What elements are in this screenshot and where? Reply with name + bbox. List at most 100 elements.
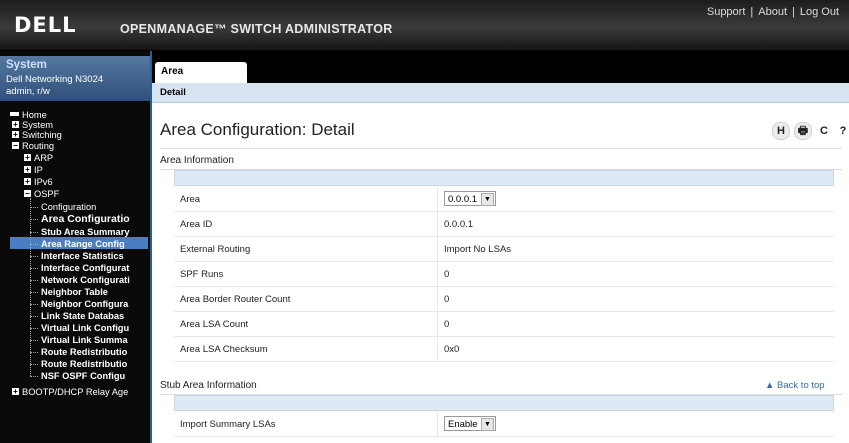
brand-title: OPENMANAGE™ SWITCH ADMINISTRATOR: [120, 22, 393, 36]
sidebar-item-virtual-link-configu[interactable]: Virtual Link Configu: [41, 322, 148, 334]
subtab-detail[interactable]: Detail: [160, 87, 186, 98]
field-value: 0: [444, 319, 450, 330]
column-divider: [437, 187, 438, 212]
tree-connector: [30, 280, 38, 281]
sidebar-item-network-configurati[interactable]: Network Configurati: [41, 274, 148, 286]
expand-icon[interactable]: +: [24, 178, 31, 186]
sidebar-item-ip[interactable]: IP: [34, 164, 148, 176]
refresh-icon[interactable]: C: [815, 122, 833, 140]
help-icon[interactable]: ?: [834, 122, 849, 140]
area-select[interactable]: 0.0.0.1 ▼: [444, 191, 496, 206]
sidebar-item-route-redistributio[interactable]: Route Redistributio: [41, 358, 148, 370]
column-divider: [437, 412, 438, 437]
field-value: 0.0.0.1: [444, 219, 474, 230]
sidebar-item-link-state-databas[interactable]: Link State Databas: [41, 310, 148, 322]
column-divider: [437, 337, 438, 362]
sidebar-item-bootp-dhcp-relay-age[interactable]: BOOTP/DHCP Relay Age: [22, 386, 148, 398]
logout-link[interactable]: Log Out: [800, 6, 839, 18]
support-link[interactable]: Support: [707, 6, 746, 18]
system-title: System: [6, 59, 47, 71]
collapse-icon[interactable]: −: [24, 190, 31, 198]
tree-connector: [30, 340, 38, 341]
field-value: 0: [444, 269, 450, 280]
tree-connector: [30, 376, 38, 377]
sidebar-item-virtual-link-summa[interactable]: Virtual Link Summa: [41, 334, 148, 346]
page-title: Area Configuration: Detail: [160, 120, 355, 139]
sidebar: System Dell Networking N3024 admin, r/w …: [0, 51, 152, 443]
sidebar-item-neighbor-table[interactable]: Neighbor Table: [41, 286, 148, 298]
column-divider: [437, 287, 438, 312]
expand-icon[interactable]: +: [12, 388, 19, 396]
column-divider: [437, 237, 438, 262]
table-row: Area ID 0.0.0.1: [174, 212, 834, 237]
home-icon[interactable]: H: [772, 122, 790, 140]
field-value: Import No LSAs: [444, 244, 512, 255]
expand-icon[interactable]: +: [24, 154, 31, 162]
sidebar-item-interface-configurat[interactable]: Interface Configurat: [41, 262, 148, 274]
sidebar-item-interface-statistics[interactable]: Interface Statistics: [41, 250, 148, 262]
sidebar-item-arp[interactable]: ARP: [34, 152, 148, 164]
sidebar-item-stub-area-summary[interactable]: Stub Area Summary: [41, 226, 148, 238]
tree-connector: [30, 219, 38, 220]
sidebar-item-ipv6[interactable]: IPv6: [34, 176, 148, 188]
sidebar-item-nsf-ospf-configu[interactable]: NSF OSPF Configu: [41, 370, 148, 382]
column-divider: [437, 312, 438, 337]
sidebar-item-area-range-config[interactable]: Area Range Config: [41, 238, 148, 250]
top-links: Support | About | Log Out: [706, 6, 839, 18]
user-info: admin, r/w: [6, 86, 50, 97]
dell-logo: DELL: [14, 13, 77, 37]
home-icon: [10, 112, 19, 116]
sidebar-item-neighbor-configura[interactable]: Neighbor Configura: [41, 298, 148, 310]
expand-icon[interactable]: +: [24, 166, 31, 174]
collapse-icon[interactable]: −: [12, 142, 19, 150]
back-to-top-link[interactable]: ▲ Back to top: [765, 380, 825, 391]
tree-connector: [30, 292, 38, 293]
device-model: Dell Networking N3024: [6, 74, 104, 85]
field-label: Area ID: [180, 219, 213, 230]
title-divider: [160, 148, 842, 149]
sidebar-item-ospf[interactable]: OSPF: [34, 188, 148, 200]
tree-connector: [30, 352, 38, 353]
table-row: Import Summary LSAs Enable ▼: [174, 412, 834, 437]
field-label: External Routing: [180, 244, 251, 255]
chevron-down-icon[interactable]: ▼: [481, 193, 494, 206]
chevron-down-icon[interactable]: ▼: [481, 418, 494, 431]
stub-info-heading: Stub Area Information: [160, 380, 257, 391]
import-summary-lsas-select[interactable]: Enable ▼: [444, 416, 496, 431]
app-header: DELL OPENMANAGE™ SWITCH ADMINISTRATOR Su…: [0, 0, 849, 51]
column-divider: [437, 262, 438, 287]
area-info-heading: Area Information: [160, 155, 234, 166]
field-value: 0x0: [444, 344, 460, 355]
tree-connector: [30, 232, 38, 233]
sidebar-item-route-redistributio[interactable]: Route Redistributio: [41, 346, 148, 358]
expand-icon[interactable]: +: [12, 121, 19, 129]
tree-connector: [30, 364, 38, 365]
expand-icon[interactable]: +: [12, 131, 19, 139]
tree-connector: [30, 304, 38, 305]
table-row: Area LSA Checksum 0x0: [174, 337, 834, 362]
table-row: SPF Runs 0: [174, 262, 834, 287]
sidebar-item-routing[interactable]: Routing: [22, 140, 148, 152]
tree-connector: [30, 198, 31, 376]
field-label: Import Summary LSAs: [180, 419, 276, 430]
table-row: Area 0.0.0.1 ▼: [174, 187, 834, 212]
field-label: Area LSA Checksum: [180, 344, 268, 355]
about-link[interactable]: About: [758, 6, 787, 18]
table-row: Area Border Router Count 0: [174, 287, 834, 312]
tree-connector: [30, 328, 38, 329]
table-header: [174, 395, 834, 411]
tab-area-configuration[interactable]: Area Configuration: [155, 62, 247, 97]
sidebar-item-area-configuratio[interactable]: Area Configuratio: [41, 213, 148, 225]
table-header: [174, 170, 834, 186]
subtab-bar: Detail: [152, 83, 849, 103]
field-value: 0: [444, 294, 450, 305]
tree-connector: [30, 316, 38, 317]
table-row: External Routing Import No LSAs: [174, 237, 834, 262]
field-label: SPF Runs: [180, 269, 224, 280]
print-icon[interactable]: 🖶: [794, 122, 812, 140]
field-label: Area: [180, 194, 201, 205]
sidebar-item-configuration[interactable]: Configuration: [41, 201, 148, 213]
tree-connector: [30, 256, 38, 257]
tree-connector: [30, 207, 38, 208]
system-info[interactable]: System Dell Networking N3024 admin, r/w: [0, 56, 150, 101]
